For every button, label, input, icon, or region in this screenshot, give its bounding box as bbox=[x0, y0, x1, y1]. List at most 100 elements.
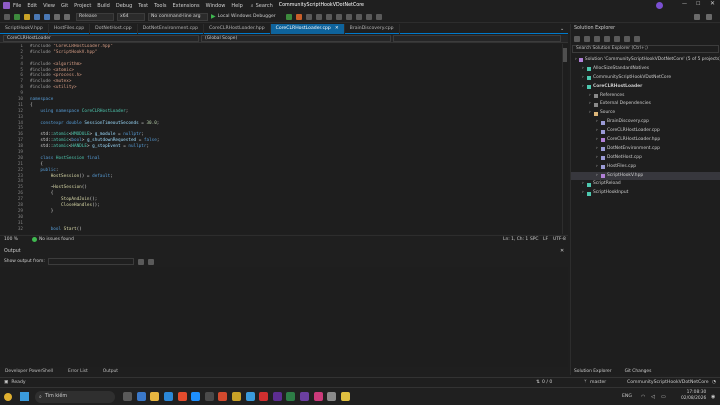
notification-bell-icon[interactable]: ◉ bbox=[711, 394, 715, 400]
tab-braindiscovery-cpp[interactable]: BrainDiscovery.cpp bbox=[345, 23, 400, 34]
switch-views-icon[interactable] bbox=[584, 35, 590, 42]
language-indicator[interactable]: ENG bbox=[622, 394, 632, 399]
platform-select[interactable]: x64 bbox=[117, 12, 145, 21]
taskbar-app-icon[interactable] bbox=[313, 392, 323, 401]
tree-item[interactable]: › CoreCLRHostLoader.hpp bbox=[571, 136, 720, 145]
close-button[interactable]: ✕ bbox=[710, 0, 715, 7]
output-close-icon[interactable]: ✕ bbox=[560, 248, 564, 254]
output-source-select[interactable] bbox=[47, 258, 134, 265]
menu-item-window[interactable]: Window bbox=[206, 3, 226, 9]
run-debugger-button[interactable]: Local Windows Debugger bbox=[218, 14, 276, 19]
menu-item-test[interactable]: Test bbox=[138, 3, 148, 9]
project-scope-select[interactable]: CoreCLRHostLoader bbox=[3, 35, 199, 42]
menu-item-debug[interactable]: Debug bbox=[116, 3, 132, 9]
tree-item[interactable]: › References bbox=[571, 92, 720, 101]
cmdline-select[interactable]: No command-line arg bbox=[148, 12, 208, 21]
toolbar-extra-icon[interactable] bbox=[305, 13, 312, 20]
toolbar-extra-icon[interactable] bbox=[335, 13, 342, 20]
git-counts[interactable]: 0 / 0 bbox=[542, 380, 552, 385]
tree-item[interactable]: › Source bbox=[571, 109, 720, 118]
editor-scroll-thumb[interactable] bbox=[563, 48, 567, 62]
menu-item-edit[interactable]: Edit bbox=[27, 3, 37, 9]
back-icon[interactable] bbox=[4, 13, 10, 20]
taskbar-search-input[interactable]: Tìm kiếm bbox=[45, 394, 67, 399]
config-select[interactable]: Release bbox=[76, 12, 114, 21]
taskbar-app-icon[interactable] bbox=[272, 392, 282, 401]
tree-item[interactable]: › DotNetHost.cpp bbox=[571, 154, 720, 163]
code-line[interactable]: bool Start() bbox=[30, 227, 560, 233]
copilot-icon[interactable] bbox=[694, 14, 700, 20]
indent-mode[interactable]: SPC bbox=[530, 237, 539, 242]
menu-item-project[interactable]: Project bbox=[74, 3, 91, 9]
tree-item[interactable]: › ScriptHookV.hpp bbox=[571, 171, 720, 181]
global-scope-select[interactable]: (Global Scope) bbox=[201, 35, 391, 42]
save-all-icon[interactable] bbox=[44, 13, 50, 20]
open-icon[interactable] bbox=[24, 13, 30, 20]
tab-scripthookv-hpp[interactable]: ScriptHookV.hpp bbox=[0, 23, 49, 34]
taskbar-app-icon[interactable] bbox=[123, 392, 133, 401]
minimize-button[interactable]: — bbox=[682, 1, 687, 7]
refresh-icon[interactable] bbox=[604, 35, 610, 42]
issues-status[interactable]: No issues found bbox=[39, 237, 74, 242]
toolbar-extra-icon[interactable] bbox=[325, 13, 332, 20]
taskbar-app-icon[interactable] bbox=[340, 392, 350, 401]
taskbar-app-icon[interactable] bbox=[150, 392, 160, 401]
tree-item[interactable]: › AllocSizeStandardNatives bbox=[571, 65, 720, 74]
tab-hostfiles-cpp[interactable]: HostFiles.cpp bbox=[49, 23, 91, 34]
menu-item-help[interactable]: Help bbox=[231, 3, 242, 9]
taskbar-app-icon[interactable] bbox=[204, 392, 214, 401]
clear-output-icon[interactable] bbox=[137, 258, 144, 265]
maximize-button[interactable]: ☐ bbox=[696, 1, 700, 7]
taskbar-app-icon[interactable] bbox=[191, 392, 201, 401]
editor-scrollbar[interactable] bbox=[562, 44, 568, 234]
tree-item[interactable]: › BrainDiscovery.cpp bbox=[571, 118, 720, 127]
undo-icon[interactable] bbox=[54, 13, 60, 20]
toolbar-extra-icon[interactable] bbox=[375, 13, 382, 20]
notifications-icon[interactable]: ◔ bbox=[712, 380, 716, 385]
new-project-icon[interactable] bbox=[14, 13, 20, 20]
taskbar-app-icon[interactable] bbox=[218, 392, 228, 401]
home-icon[interactable] bbox=[574, 35, 580, 42]
zoom-level[interactable]: 100 % bbox=[4, 237, 18, 242]
tab-coreclrhostloader-cpp[interactable]: CoreCLRHostLoader.cpp ✕ bbox=[270, 23, 345, 34]
tab-dotnethost-cpp[interactable]: DotNetHost.cpp bbox=[90, 23, 138, 34]
se-bottom-tab-git-changes[interactable]: Git Changes bbox=[625, 369, 652, 374]
settings-icon[interactable] bbox=[706, 14, 712, 20]
bottom-tab-developer-powershell[interactable]: Developer PowerShell bbox=[5, 369, 53, 374]
save-icon[interactable] bbox=[34, 13, 40, 20]
taskbar-app-icon[interactable] bbox=[300, 392, 310, 401]
account-avatar[interactable] bbox=[656, 2, 663, 9]
word-wrap-icon[interactable] bbox=[147, 258, 154, 265]
taskbar-app-icon[interactable] bbox=[136, 392, 146, 401]
tree-item[interactable]: › DotNetEnvironment.cpp bbox=[571, 145, 720, 154]
search-icon[interactable]: ⌕ bbox=[251, 3, 254, 9]
bottom-tab-error-list[interactable]: Error List bbox=[68, 369, 88, 374]
bottom-tab-output[interactable]: Output bbox=[103, 369, 118, 374]
se-bottom-tab-solution-explorer[interactable]: Solution Explorer bbox=[574, 369, 612, 374]
toolbar-extra-icon[interactable] bbox=[315, 13, 322, 20]
menu-item-git[interactable]: Git bbox=[61, 3, 68, 9]
taskbar-app-icon[interactable] bbox=[259, 392, 269, 401]
properties-icon[interactable] bbox=[634, 35, 640, 42]
tree-item[interactable]: › Solution 'CommunityScriptHookVDotNetCor… bbox=[571, 56, 720, 65]
taskbar-app-icon[interactable] bbox=[286, 392, 296, 401]
tree-item[interactable]: › External Dependencies bbox=[571, 100, 720, 109]
toolbar-extra-icon[interactable] bbox=[345, 13, 352, 20]
redo-icon[interactable] bbox=[64, 13, 70, 20]
wifi-icon[interactable]: ◠ bbox=[641, 394, 645, 400]
member-select[interactable] bbox=[393, 35, 561, 42]
tree-item[interactable]: › CoreCLRHostLoader bbox=[571, 83, 720, 92]
code-editor[interactable]: 1 2 3 4 5 6 7 8 9 10 11 12 13 14 15 16 17 18 19 20 21 22 23 24 2… bbox=[0, 44, 562, 234]
solution-search-input[interactable]: Search Solution Explorer (Ctrl+;) bbox=[572, 45, 719, 53]
taskbar-app-icon[interactable] bbox=[327, 392, 337, 401]
tree-item[interactable]: › CoreCLRHostLoader.cpp bbox=[571, 127, 720, 136]
run-icon[interactable]: ▶ bbox=[211, 13, 216, 20]
taskbar-app-icon[interactable] bbox=[164, 392, 174, 401]
sync-icon[interactable] bbox=[594, 35, 600, 42]
tab-overflow-icon[interactable]: ⌄ bbox=[560, 26, 564, 32]
cursor-position[interactable]: Ln: 1, Ch: 1 bbox=[503, 237, 528, 242]
output-content[interactable] bbox=[0, 267, 568, 367]
show-all-files-icon[interactable] bbox=[624, 35, 630, 42]
volume-icon[interactable]: ◁ bbox=[651, 394, 655, 400]
menu-item-extensions[interactable]: Extensions bbox=[172, 3, 199, 9]
